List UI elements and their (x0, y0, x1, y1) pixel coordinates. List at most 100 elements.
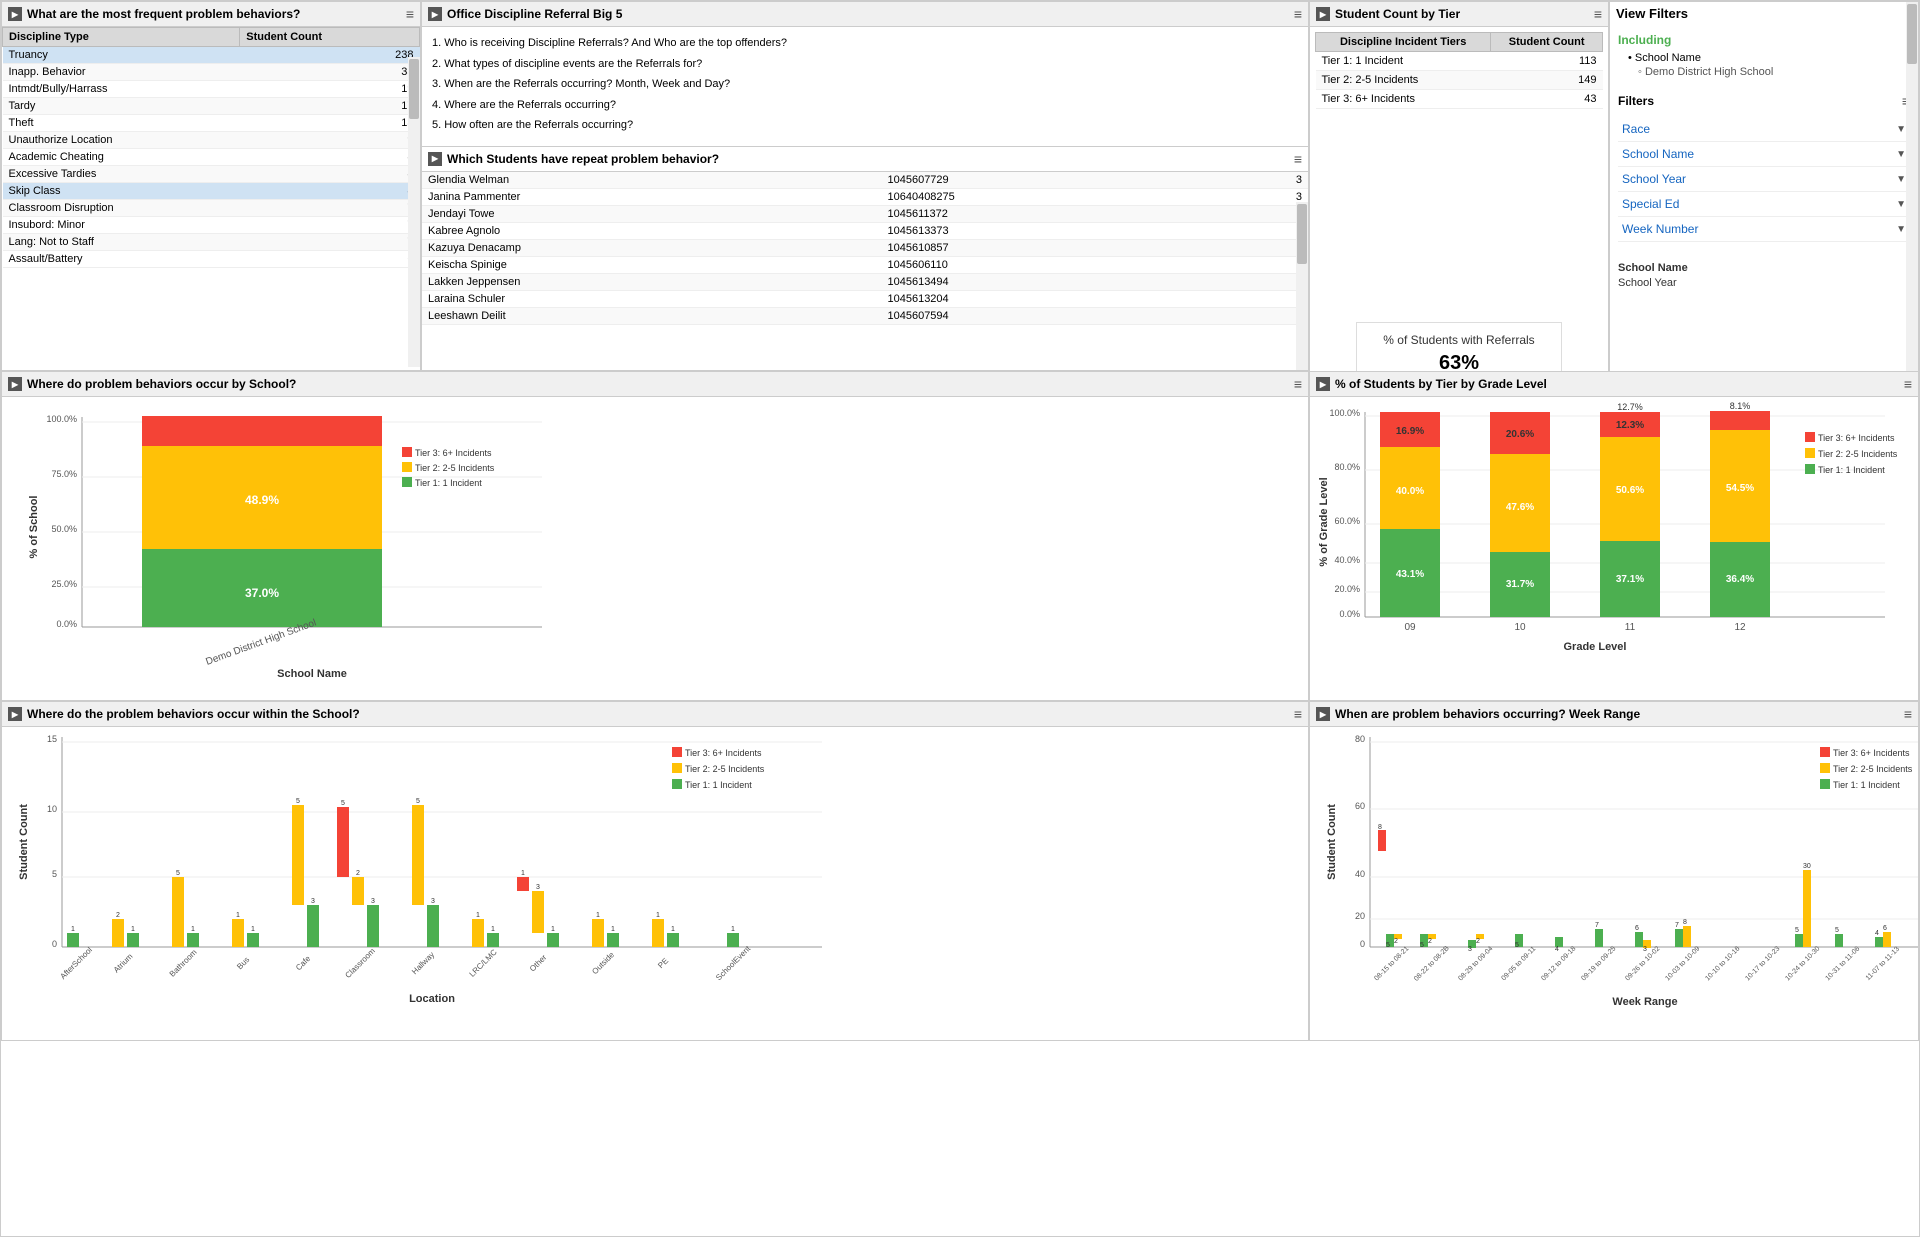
svg-text:Tier 1: 1 Incident: Tier 1: 1 Incident (1833, 780, 1900, 790)
table-row: Skip Class8 (3, 183, 420, 200)
svg-text:36.4%: 36.4% (1726, 574, 1754, 585)
problem-behaviors-menu[interactable]: ≡ (406, 6, 414, 22)
svg-text:5: 5 (416, 798, 420, 805)
school-name-note: School Name School Year (1618, 262, 1910, 289)
svg-text:20.0%: 20.0% (1334, 584, 1360, 594)
problem-school-panel: ▶ Where do problem behaviors occur by Sc… (1, 371, 1309, 701)
location-panel: ▶ Where do the problem behaviors occur w… (1, 701, 1309, 1041)
filter-arrow-icon: ▼ (1896, 124, 1906, 135)
svg-text:09-05 to 09-11: 09-05 to 09-11 (1500, 945, 1537, 982)
school-menu[interactable]: ≡ (1294, 376, 1302, 392)
svg-text:Cafe: Cafe (294, 954, 313, 973)
svg-text:3: 3 (536, 884, 540, 891)
svg-text:Tier 2: 2-5 Incidents: Tier 2: 2-5 Incidents (1818, 449, 1898, 459)
svg-text:3: 3 (1468, 946, 1472, 953)
svg-text:2: 2 (116, 912, 120, 919)
filter-row[interactable]: School Year ▼ (1618, 167, 1910, 192)
filter-row[interactable]: School Name▼ (1618, 142, 1910, 167)
table-row: Janina Pammenter106404082753 (422, 188, 1308, 205)
problem-school-title: Where do problem behaviors occur by Scho… (27, 377, 296, 391)
repeat-scrollbar-thumb (1297, 204, 1307, 264)
svg-text:10: 10 (1514, 622, 1526, 633)
problem-school-header: ▶ Where do problem behaviors occur by Sc… (2, 372, 1308, 397)
table-row: Jendayi Towe10456113723 (422, 205, 1308, 222)
svg-text:10-17 to 10-23: 10-17 to 10-23 (1744, 945, 1781, 982)
svg-text:5: 5 (1420, 942, 1424, 949)
filter-row[interactable]: Race▼ (1618, 117, 1910, 142)
school-name-filter-item: • School Name (1628, 52, 1910, 64)
svg-text:2: 2 (1394, 938, 1398, 945)
big5-menu[interactable]: ≡ (1294, 6, 1302, 22)
main-grid: ▶ What are the most frequent problem beh… (0, 0, 1920, 1237)
problem-scrollbar-thumb (409, 59, 419, 119)
svg-text:10: 10 (47, 804, 57, 814)
location-menu[interactable]: ≡ (1294, 706, 1302, 722)
svg-text:3: 3 (371, 898, 375, 905)
location-chart: 15 10 5 0 1 AfterSchool 1 2 Atrium (12, 727, 842, 1027)
svg-text:Classroom: Classroom (343, 946, 377, 980)
svg-text:7: 7 (1595, 922, 1599, 929)
svg-text:12.3%: 12.3% (1616, 420, 1644, 431)
filter-arrow-icon: ▼ (1896, 174, 1906, 185)
svg-text:5: 5 (341, 800, 345, 807)
svg-text:31.7%: 31.7% (1506, 579, 1534, 590)
week-menu[interactable]: ≡ (1904, 706, 1912, 722)
svg-text:60: 60 (1355, 801, 1365, 811)
svg-text:Bus: Bus (235, 955, 251, 971)
filters-header: Filters ≡ (1618, 93, 1910, 109)
svg-text:Atrium: Atrium (112, 952, 135, 975)
location-header: ▶ Where do the problem behaviors occur w… (2, 702, 1308, 727)
svg-text:2: 2 (1428, 938, 1432, 945)
tier-grade-header: ▶ % of Students by Tier by Grade Level ≡ (1310, 372, 1918, 397)
svg-text:11-07 to 11-13: 11-07 to 11-13 (1865, 946, 1901, 982)
repeat-scrollbar[interactable] (1296, 202, 1308, 370)
svg-text:11: 11 (1625, 622, 1636, 633)
table-row: Inapp. Behavior33 (3, 64, 420, 81)
svg-text:40: 40 (1355, 869, 1365, 879)
filter-label: School Year (1622, 172, 1686, 186)
svg-text:6: 6 (1883, 925, 1887, 932)
svg-text:5: 5 (52, 869, 57, 879)
svg-text:10-31 to 11-06: 10-31 to 11-06 (1824, 945, 1861, 982)
table-row: Laraina Schuler10456132043 (422, 290, 1308, 307)
table-row: Tier 2: 2-5 Incidents149 (1316, 71, 1603, 90)
svg-text:1: 1 (131, 926, 135, 933)
svg-text:37.0%: 37.0% (245, 586, 279, 600)
svg-text:Outside: Outside (590, 950, 616, 976)
svg-text:10-24 to 10-30: 10-24 to 10-30 (1784, 945, 1821, 982)
svg-text:47.6%: 47.6% (1506, 502, 1534, 513)
svg-text:PE: PE (656, 956, 670, 970)
svg-text:1: 1 (671, 926, 675, 933)
tier-menu[interactable]: ≡ (1594, 6, 1602, 22)
table-row: Tardy17 (3, 98, 420, 115)
filter-row[interactable]: Special Ed▼ (1618, 192, 1910, 217)
svg-text:SchoolEvent: SchoolEvent (714, 944, 753, 983)
svg-text:1: 1 (251, 926, 255, 933)
repeat-menu[interactable]: ≡ (1294, 151, 1302, 167)
svg-text:Bathroom: Bathroom (168, 948, 199, 979)
svg-text:6: 6 (1635, 925, 1639, 932)
svg-text:100.0%: 100.0% (1329, 408, 1360, 418)
table-row: Assault/Battery6 (3, 251, 420, 268)
table-row: Lang: Not to Staff7 (3, 234, 420, 251)
week-range-panel: ▶ When are problem behaviors occurring? … (1309, 701, 1919, 1041)
problem-scrollbar[interactable] (408, 57, 420, 367)
tier-video-icon: ▶ (1316, 7, 1330, 21)
svg-text:1: 1 (191, 926, 195, 933)
svg-text:10-03 to 10-09: 10-03 to 10-09 (1664, 945, 1701, 982)
svg-text:Student Count: Student Count (18, 804, 30, 880)
svg-text:15: 15 (47, 734, 57, 744)
svg-text:4: 4 (1555, 946, 1559, 953)
svg-text:Tier 3: 6+ Incidents: Tier 3: 6+ Incidents (415, 448, 492, 458)
tier-grade-menu[interactable]: ≡ (1904, 376, 1912, 392)
table-row: Lakken Jeppensen10456134943 (422, 273, 1308, 290)
filter-row[interactable]: Week Number▼ (1618, 217, 1910, 242)
col-tier-name: Discipline Incident Tiers (1316, 33, 1491, 52)
svg-text:Student Count: Student Count (1326, 804, 1338, 880)
svg-text:Week Range: Week Range (1612, 996, 1677, 1008)
svg-text:0.0%: 0.0% (1339, 609, 1360, 619)
tier-grade-chart: 100.0% 80.0% 60.0% 40.0% 20.0% 0.0% 43.1… (1315, 402, 1905, 687)
svg-text:48.9%: 48.9% (245, 493, 279, 507)
svg-text:43.1%: 43.1% (1396, 569, 1424, 580)
svg-text:09-19 to 09-25: 09-19 to 09-25 (1580, 945, 1617, 982)
